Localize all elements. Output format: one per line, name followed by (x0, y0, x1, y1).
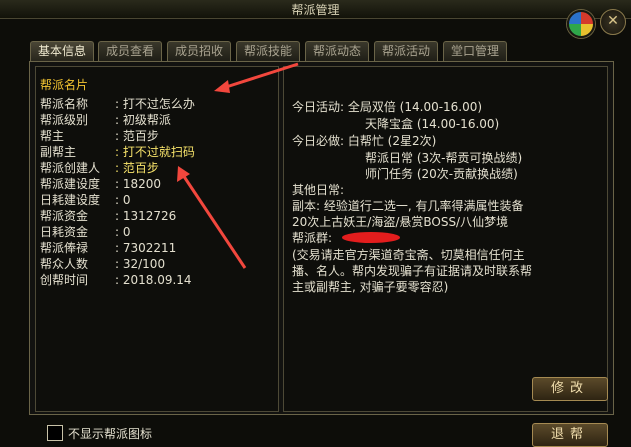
arrow-annotation (222, 62, 299, 90)
arrowhead (214, 80, 230, 93)
arrowhead (177, 166, 190, 182)
arrow-annotation (181, 174, 247, 269)
annotation-arrows (177, 62, 299, 269)
